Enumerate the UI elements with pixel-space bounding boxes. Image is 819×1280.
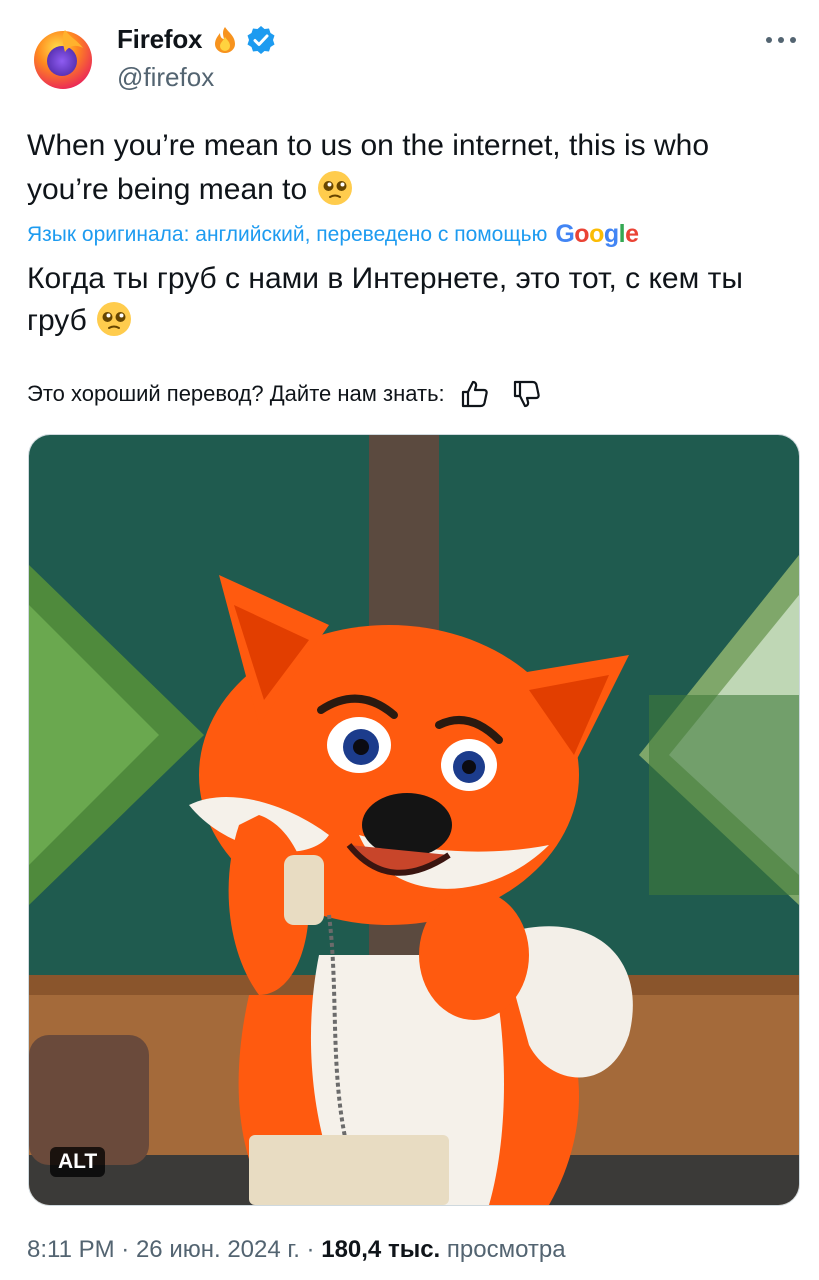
tweet-text: When you’re mean to us on the internet, … — [27, 124, 797, 212]
tweet-body: When you’re mean to us on the internet, … — [27, 129, 710, 206]
tweet-date[interactable]: 26 июн. 2024 г. — [136, 1236, 300, 1263]
pleading-face-icon — [97, 302, 132, 336]
translation-note-text: Язык оригинала: английский, переведено с… — [27, 222, 548, 246]
tweet-photo[interactable] — [28, 434, 800, 1206]
tweet-time[interactable]: 8:11 PM — [27, 1236, 115, 1263]
views-label: просмотра — [446, 1236, 566, 1263]
feedback-prompt: Это хороший перевод? Дайте нам знать: — [27, 381, 445, 406]
meta-separator: · — [306, 1236, 315, 1263]
firefox-logo-icon[interactable] — [31, 26, 95, 90]
translation-note[interactable]: Язык оригинала: английский, переведено с… — [27, 220, 797, 249]
pleading-face-icon — [317, 171, 352, 205]
google-logo: Google — [555, 220, 639, 248]
tweet-meta: 8:11 PM · 26 июн. 2024 г. · 180,4 тыс. п… — [27, 1236, 566, 1264]
meta-separator: · — [121, 1236, 130, 1263]
author-handle[interactable]: @firefox — [117, 62, 214, 93]
alt-text-badge[interactable]: ALT — [50, 1147, 106, 1177]
translated-text: Когда ты груб с нами в Интернете, это то… — [27, 258, 797, 342]
views-count: 180,4 тыс. — [321, 1236, 441, 1263]
tweet-header: Firefox @firefox — [0, 0, 819, 110]
fox-mascot-photo — [29, 435, 799, 1205]
thumbs-down-icon[interactable] — [511, 378, 543, 410]
verified-badge-icon — [247, 25, 275, 54]
thumbs-up-icon[interactable] — [459, 378, 491, 410]
translation-feedback: Это хороший перевод? Дайте нам знать: — [27, 378, 543, 410]
author-name[interactable]: Firefox — [117, 24, 202, 55]
more-options-icon[interactable] — [764, 30, 798, 50]
translated-body: Когда ты груб с нами в Интернете, это то… — [27, 262, 743, 337]
fire-icon — [215, 26, 236, 53]
